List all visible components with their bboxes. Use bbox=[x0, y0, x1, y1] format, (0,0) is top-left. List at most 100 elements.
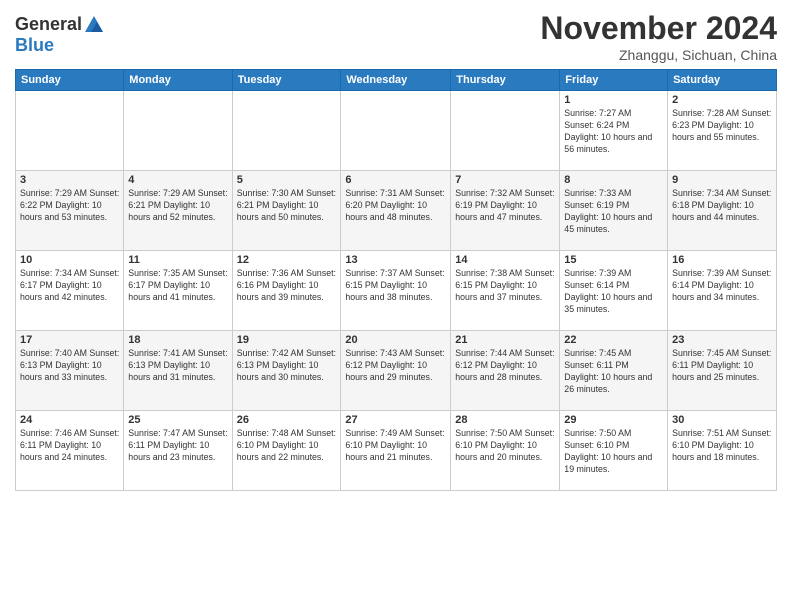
day-info: Sunrise: 7:28 AM Sunset: 6:23 PM Dayligh… bbox=[672, 108, 772, 144]
calendar-cell-w4-d4: 20 Sunrise: 7:43 AM Sunset: 6:12 PM Dayli… bbox=[341, 331, 451, 411]
calendar-cell-w5-d2: 25Sunrise: 7:47 AM Sunset: 6:11 PM Dayli… bbox=[124, 411, 232, 491]
day-info: Sunrise: 7:42 AM Sunset: 6:13 PM Dayligh… bbox=[237, 348, 337, 384]
calendar-cell-w1-d1 bbox=[16, 91, 124, 171]
day-number: 16 bbox=[672, 254, 772, 266]
day-info: Sunrise: 7:39 AM Sunset: 6:14 PM Dayligh… bbox=[672, 268, 772, 304]
day-number: 19 bbox=[237, 334, 337, 346]
day-number: 20 bbox=[345, 334, 446, 346]
calendar-cell-w4-d2: 18 Sunrise: 7:41 AM Sunset: 6:13 PM Dayli… bbox=[124, 331, 232, 411]
day-number: 6 bbox=[345, 174, 446, 186]
day-info: Sunrise: 7:45 AM Sunset: 6:11 PM Dayligh… bbox=[672, 348, 772, 384]
calendar-cell-w2-d2: 4 Sunrise: 7:29 AM Sunset: 6:21 PM Daylig… bbox=[124, 171, 232, 251]
calendar-cell-w5-d1: 24 Sunrise: 7:46 AM Sunset: 6:11 PM Dayli… bbox=[16, 411, 124, 491]
day-number: 21 bbox=[455, 334, 555, 346]
day-number: 3 bbox=[20, 174, 119, 186]
day-number: 15 bbox=[564, 254, 663, 266]
day-number: 12 bbox=[237, 254, 337, 266]
day-info: Sunrise: 7:43 AM Sunset: 6:12 PM Dayligh… bbox=[345, 348, 446, 384]
calendar-cell-w5-d5: 28Sunrise: 7:50 AM Sunset: 6:10 PM Dayli… bbox=[451, 411, 560, 491]
page-header: General Blue November 2024 Zhanggu, Sich… bbox=[15, 10, 777, 63]
calendar-week-5: 24 Sunrise: 7:46 AM Sunset: 6:11 PM Dayli… bbox=[16, 411, 777, 491]
header-wednesday: Wednesday bbox=[341, 70, 451, 91]
calendar-week-3: 10Sunrise: 7:34 AM Sunset: 6:17 PM Dayli… bbox=[16, 251, 777, 331]
title-section: November 2024 Zhanggu, Sichuan, China bbox=[540, 10, 777, 63]
logo-blue: Blue bbox=[15, 35, 54, 55]
logo-general: General bbox=[15, 14, 82, 34]
header-monday: Monday bbox=[124, 70, 232, 91]
calendar-cell-w1-d4 bbox=[341, 91, 451, 171]
calendar-cell-w2-d3: 5 Sunrise: 7:30 AM Sunset: 6:21 PM Daylig… bbox=[232, 171, 341, 251]
day-number: 24 bbox=[20, 414, 119, 426]
header-saturday: Saturday bbox=[668, 70, 777, 91]
calendar-cell-w2-d4: 6 Sunrise: 7:31 AM Sunset: 6:20 PM Daylig… bbox=[341, 171, 451, 251]
calendar-cell-w4-d1: 17 Sunrise: 7:40 AM Sunset: 6:13 PM Dayli… bbox=[16, 331, 124, 411]
day-info: Sunrise: 7:32 AM Sunset: 6:19 PM Dayligh… bbox=[455, 188, 555, 224]
day-number: 7 bbox=[455, 174, 555, 186]
day-info: Sunrise: 7:39 AM Sunset: 6:14 PM Dayligh… bbox=[564, 268, 663, 316]
calendar-table: Sunday Monday Tuesday Wednesday Thursday… bbox=[15, 69, 777, 491]
header-tuesday: Tuesday bbox=[232, 70, 341, 91]
day-info: Sunrise: 7:30 AM Sunset: 6:21 PM Dayligh… bbox=[237, 188, 337, 224]
calendar-cell-w3-d5: 14Sunrise: 7:38 AM Sunset: 6:15 PM Dayli… bbox=[451, 251, 560, 331]
day-info: Sunrise: 7:31 AM Sunset: 6:20 PM Dayligh… bbox=[345, 188, 446, 224]
calendar-week-1: 1 Sunrise: 7:27 AM Sunset: 6:24 PM Daylig… bbox=[16, 91, 777, 171]
day-info: Sunrise: 7:33 AM Sunset: 6:19 PM Dayligh… bbox=[564, 188, 663, 236]
calendar-cell-w4-d5: 21 Sunrise: 7:44 AM Sunset: 6:12 PM Dayli… bbox=[451, 331, 560, 411]
day-number: 5 bbox=[237, 174, 337, 186]
day-number: 9 bbox=[672, 174, 772, 186]
day-number: 30 bbox=[672, 414, 772, 426]
calendar-cell-w2-d1: 3Sunrise: 7:29 AM Sunset: 6:22 PM Daylig… bbox=[16, 171, 124, 251]
day-info: Sunrise: 7:49 AM Sunset: 6:10 PM Dayligh… bbox=[345, 428, 446, 464]
day-info: Sunrise: 7:29 AM Sunset: 6:21 PM Dayligh… bbox=[128, 188, 227, 224]
day-number: 22 bbox=[564, 334, 663, 346]
calendar-week-2: 3Sunrise: 7:29 AM Sunset: 6:22 PM Daylig… bbox=[16, 171, 777, 251]
calendar-header-row: Sunday Monday Tuesday Wednesday Thursday… bbox=[16, 70, 777, 91]
day-info: Sunrise: 7:27 AM Sunset: 6:24 PM Dayligh… bbox=[564, 108, 663, 156]
calendar-cell-w4-d3: 19 Sunrise: 7:42 AM Sunset: 6:13 PM Dayli… bbox=[232, 331, 341, 411]
day-number: 14 bbox=[455, 254, 555, 266]
day-info: Sunrise: 7:37 AM Sunset: 6:15 PM Dayligh… bbox=[345, 268, 446, 304]
day-number: 10 bbox=[20, 254, 119, 266]
calendar-cell-w5-d3: 26Sunrise: 7:48 AM Sunset: 6:10 PM Dayli… bbox=[232, 411, 341, 491]
calendar-cell-w2-d5: 7 Sunrise: 7:32 AM Sunset: 6:19 PM Daylig… bbox=[451, 171, 560, 251]
day-info: Sunrise: 7:36 AM Sunset: 6:16 PM Dayligh… bbox=[237, 268, 337, 304]
day-number: 1 bbox=[564, 94, 663, 106]
day-number: 13 bbox=[345, 254, 446, 266]
calendar-cell-w1-d7: 2Sunrise: 7:28 AM Sunset: 6:23 PM Daylig… bbox=[668, 91, 777, 171]
calendar-cell-w1-d6: 1 Sunrise: 7:27 AM Sunset: 6:24 PM Daylig… bbox=[560, 91, 668, 171]
calendar-cell-w1-d3 bbox=[232, 91, 341, 171]
day-info: Sunrise: 7:50 AM Sunset: 6:10 PM Dayligh… bbox=[455, 428, 555, 464]
calendar-cell-w2-d6: 8 Sunrise: 7:33 AM Sunset: 6:19 PM Daylig… bbox=[560, 171, 668, 251]
calendar-cell-w3-d7: 16 Sunrise: 7:39 AM Sunset: 6:14 PM Dayli… bbox=[668, 251, 777, 331]
calendar-cell-w2-d7: 9 Sunrise: 7:34 AM Sunset: 6:18 PM Daylig… bbox=[668, 171, 777, 251]
day-info: Sunrise: 7:44 AM Sunset: 6:12 PM Dayligh… bbox=[455, 348, 555, 384]
day-info: Sunrise: 7:45 AM Sunset: 6:11 PM Dayligh… bbox=[564, 348, 663, 396]
calendar-cell-w3-d2: 11 Sunrise: 7:35 AM Sunset: 6:17 PM Dayli… bbox=[124, 251, 232, 331]
calendar-week-4: 17 Sunrise: 7:40 AM Sunset: 6:13 PM Dayli… bbox=[16, 331, 777, 411]
location: Zhanggu, Sichuan, China bbox=[540, 47, 777, 63]
day-info: Sunrise: 7:51 AM Sunset: 6:10 PM Dayligh… bbox=[672, 428, 772, 464]
day-info: Sunrise: 7:50 AM Sunset: 6:10 PM Dayligh… bbox=[564, 428, 663, 476]
day-number: 27 bbox=[345, 414, 446, 426]
day-info: Sunrise: 7:46 AM Sunset: 6:11 PM Dayligh… bbox=[20, 428, 119, 464]
day-info: Sunrise: 7:35 AM Sunset: 6:17 PM Dayligh… bbox=[128, 268, 227, 304]
calendar-cell-w5-d6: 29 Sunrise: 7:50 AM Sunset: 6:10 PM Dayli… bbox=[560, 411, 668, 491]
day-info: Sunrise: 7:47 AM Sunset: 6:11 PM Dayligh… bbox=[128, 428, 227, 464]
calendar-cell-w5-d7: 30 Sunrise: 7:51 AM Sunset: 6:10 PM Dayli… bbox=[668, 411, 777, 491]
day-number: 26 bbox=[237, 414, 337, 426]
header-friday: Friday bbox=[560, 70, 668, 91]
day-info: Sunrise: 7:41 AM Sunset: 6:13 PM Dayligh… bbox=[128, 348, 227, 384]
logo-icon bbox=[83, 14, 105, 36]
calendar-cell-w4-d7: 23 Sunrise: 7:45 AM Sunset: 6:11 PM Dayli… bbox=[668, 331, 777, 411]
day-number: 4 bbox=[128, 174, 227, 186]
day-info: Sunrise: 7:40 AM Sunset: 6:13 PM Dayligh… bbox=[20, 348, 119, 384]
day-number: 23 bbox=[672, 334, 772, 346]
day-info: Sunrise: 7:34 AM Sunset: 6:18 PM Dayligh… bbox=[672, 188, 772, 224]
day-number: 17 bbox=[20, 334, 119, 346]
calendar-cell-w1-d2 bbox=[124, 91, 232, 171]
day-number: 18 bbox=[128, 334, 227, 346]
day-number: 29 bbox=[564, 414, 663, 426]
header-thursday: Thursday bbox=[451, 70, 560, 91]
day-number: 11 bbox=[128, 254, 227, 266]
day-number: 8 bbox=[564, 174, 663, 186]
